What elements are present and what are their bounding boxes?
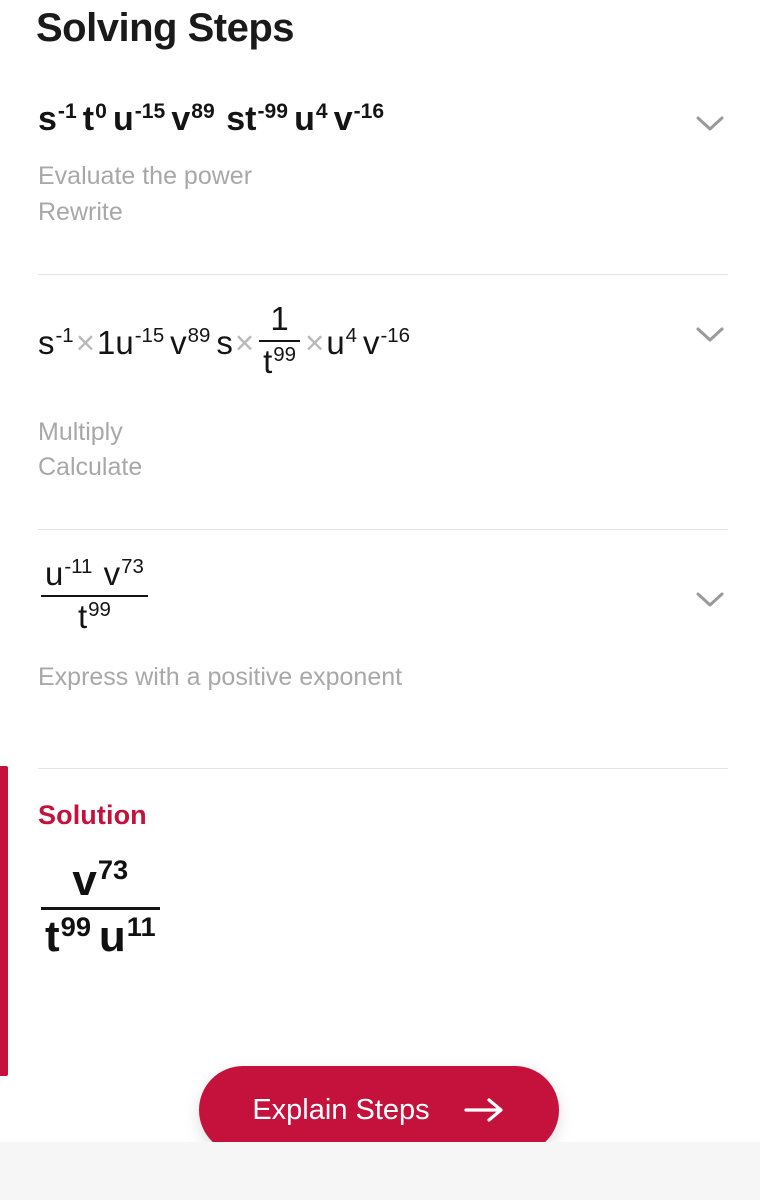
step-3-expression: u-11 v73 t99 (38, 555, 730, 636)
exp-t: 99 (88, 597, 111, 621)
step-1-hint-1: Evaluate the power (38, 162, 253, 190)
term-v2: v-16 (362, 323, 411, 361)
exp-v1: 89 (191, 99, 215, 123)
exp-u: 11 (126, 910, 156, 942)
solution-fraction: v73 t99 u11 (41, 856, 160, 962)
step-2: s-1×1u-15 v89 s× 1 t99 ×u4 v-16 Multiply Calcu… (0, 300, 760, 486)
term-u: u11 (98, 910, 156, 962)
solution-accent-bar (0, 766, 8, 1076)
step-1-hint-2: Rewrite (38, 197, 123, 226)
exp-u2: 4 (345, 323, 358, 347)
step-3: u-11 v73 t99 Express with a positive expo… (0, 555, 760, 696)
term-one: 1 (96, 323, 116, 361)
explain-steps-label: Explain Steps (252, 1093, 430, 1126)
step-3-fraction: u-11 v73 t99 (41, 555, 148, 636)
term-s1: s-1 (38, 99, 77, 138)
exp-u1: -15 (134, 323, 165, 347)
step-2-hints: Multiply Calculate (0, 385, 760, 486)
step-2-hint-2: Calculate (38, 453, 143, 482)
step-1-expression-row: s-1 t0 u-15 v89 st-99 u4 v-16 (0, 100, 760, 139)
exp-t2: -99 (257, 99, 288, 123)
term-v1: v89 (170, 323, 211, 361)
exp-u: -11 (64, 555, 93, 578)
term-v: v73 (103, 555, 144, 592)
times-icon-2: × (234, 323, 255, 361)
times-icon-1: × (75, 323, 95, 361)
term-t2: t-99 (245, 99, 288, 138)
step-1: s-1 t0 u-15 v89 st-99 u4 v-16 Evaluate the pow… (0, 100, 760, 230)
exp-s1: -1 (55, 323, 74, 347)
fraction-bar (41, 907, 160, 911)
step-2-expression: s-1×1u-15 v89 s× 1 t99 ×u4 v-16 (38, 300, 730, 385)
term-u2: u4 (326, 323, 358, 361)
chevron-down-icon (695, 115, 725, 133)
fraction-numerator: u-11 v73 (41, 555, 148, 593)
step-2-hint-1: Multiply (38, 417, 123, 446)
solution-expression: v73 t99 u11 (38, 856, 163, 962)
exp-v1: 89 (187, 323, 211, 347)
term-t1: t0 (82, 99, 107, 138)
fraction-bar (259, 340, 301, 342)
step-3-expression-row: u-11 v73 t99 (0, 555, 760, 636)
fraction-numerator: v73 (68, 856, 132, 905)
divider-1 (38, 274, 728, 275)
page-bottom-area (0, 1142, 760, 1200)
step-1-hints: Evaluate the power Rewrite (0, 139, 760, 230)
term-t: t99 (77, 597, 111, 635)
exp-t1: 0 (95, 99, 107, 123)
term-v: v73 (72, 854, 129, 905)
chevron-down-icon (695, 326, 725, 344)
term-v2: v-16 (333, 99, 385, 138)
exp-u1: -15 (134, 99, 166, 123)
term-s1: s-1 (38, 323, 74, 361)
times-icon-3: × (305, 323, 325, 361)
step-2-expression-row: s-1×1u-15 v89 s× 1 t99 ×u4 v-16 (0, 300, 760, 385)
fraction-denominator: t99 u11 (41, 912, 160, 961)
step-3-hints: Express with a positive exponent (0, 636, 760, 696)
term-t: t99 (45, 910, 91, 962)
term-u1: u-15 (112, 99, 166, 138)
arrow-right-icon (464, 1097, 506, 1123)
step-2-toggle-button[interactable] (688, 313, 732, 357)
term-u: u-11 (45, 555, 93, 592)
solution-label: Solution (38, 800, 147, 830)
exp-v: 73 (97, 854, 129, 886)
term-s2: s (216, 323, 233, 361)
term-u1: u-15 (115, 323, 165, 361)
exp-v2: -16 (353, 99, 385, 123)
exp-v2: -16 (380, 323, 411, 347)
step-1-expression: s-1 t0 u-15 v89 st-99 u4 v-16 (38, 100, 730, 139)
fraction-denominator: t99 (74, 597, 115, 636)
page-title: Solving Steps (36, 6, 295, 50)
step-2-fraction: 1 t99 (259, 300, 301, 381)
divider-3 (38, 768, 728, 769)
fraction-bar (41, 594, 148, 597)
chevron-down-icon (695, 591, 725, 609)
fraction-denominator: t99 (263, 343, 297, 380)
solving-steps-page: Solving Steps s-1 t0 u-15 v89 st-99 u4 v-16 Ev… (0, 0, 760, 1200)
divider-2 (38, 529, 728, 530)
exp-v: 73 (121, 555, 144, 578)
exp-t: 99 (60, 910, 91, 942)
step-1-toggle-button[interactable] (688, 102, 732, 146)
fraction-denominator-exp: 99 (273, 343, 297, 366)
exp-s1: -1 (57, 99, 77, 123)
explain-steps-button[interactable]: Explain Steps (199, 1066, 559, 1154)
exp-u2: 4 (315, 99, 328, 123)
term-v1: v89 (171, 99, 215, 138)
step-3-toggle-button[interactable] (688, 578, 732, 622)
fraction-numerator: 1 (270, 300, 289, 338)
term-s2: s (226, 100, 246, 138)
step-3-hint-1: Express with a positive exponent (38, 662, 403, 691)
term-u2: u4 (294, 99, 328, 138)
